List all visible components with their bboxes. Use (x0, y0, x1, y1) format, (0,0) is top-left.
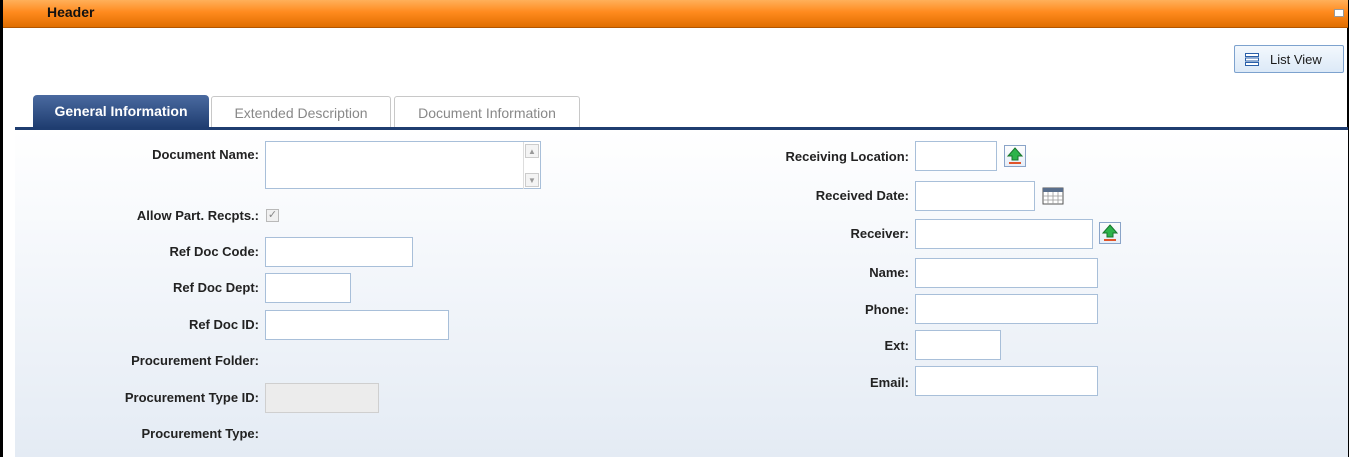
receiver-picker-button[interactable] (1099, 222, 1121, 244)
receiving-location-label: Receiving Location: (785, 149, 909, 164)
document-name-field[interactable] (265, 141, 541, 189)
receiver-label: Receiver: (850, 226, 909, 241)
allow-part-recpts-checkbox[interactable]: ✓ (266, 209, 279, 222)
procurement-type-id-field (265, 383, 379, 413)
phone-label: Phone: (864, 302, 909, 317)
ref-doc-code-field[interactable] (265, 237, 413, 267)
ref-doc-dept-field[interactable] (265, 273, 351, 303)
calendar-icon[interactable] (1042, 187, 1064, 205)
minimize-icon[interactable] (1334, 9, 1344, 17)
receiver-field[interactable] (915, 219, 1093, 249)
procurement-type-id-label: Procurement Type ID: (124, 390, 259, 405)
ref-doc-dept-label: Ref Doc Dept: (173, 280, 259, 295)
ext-field[interactable] (915, 330, 1001, 360)
header-bar: Header (3, 0, 1348, 28)
receiving-location-field[interactable] (915, 141, 997, 171)
document-name-scrollbar[interactable]: ▲ ▼ (523, 142, 540, 189)
received-date-field[interactable] (915, 181, 1035, 211)
procurement-folder-label: Procurement Folder: (131, 353, 259, 368)
ref-doc-id-label: Ref Doc ID: (188, 317, 259, 332)
scroll-up-icon[interactable]: ▲ (525, 144, 539, 158)
tab-general-information[interactable]: General Information (33, 95, 209, 128)
list-view-button[interactable]: List View (1234, 45, 1344, 73)
name-label: Name: (869, 265, 909, 280)
phone-field[interactable] (915, 294, 1098, 324)
header-title: Header (47, 4, 95, 20)
receiving-location-picker-button[interactable] (1004, 145, 1026, 167)
email-label: Email: (869, 375, 909, 390)
tab-extended-description[interactable]: Extended Description (211, 96, 391, 128)
upload-arrow-icon (1006, 147, 1024, 164)
ext-label: Ext: (884, 338, 909, 353)
tab-document-information[interactable]: Document Information (394, 96, 580, 128)
received-date-label: Received Date: (815, 188, 909, 203)
procurement-type-label: Procurement Type: (141, 426, 259, 441)
name-field[interactable] (915, 258, 1098, 288)
allow-part-recpts-label: Allow Part. Recpts.: (136, 208, 259, 223)
list-icon (1245, 53, 1259, 66)
upload-arrow-icon (1101, 224, 1119, 241)
document-name-label: Document Name: (152, 147, 259, 162)
email-field[interactable] (915, 366, 1098, 396)
list-view-label: List View (1270, 52, 1322, 67)
ref-doc-id-field[interactable] (265, 310, 449, 340)
ref-doc-code-label: Ref Doc Code: (169, 244, 259, 259)
scroll-down-icon[interactable]: ▼ (525, 173, 539, 187)
